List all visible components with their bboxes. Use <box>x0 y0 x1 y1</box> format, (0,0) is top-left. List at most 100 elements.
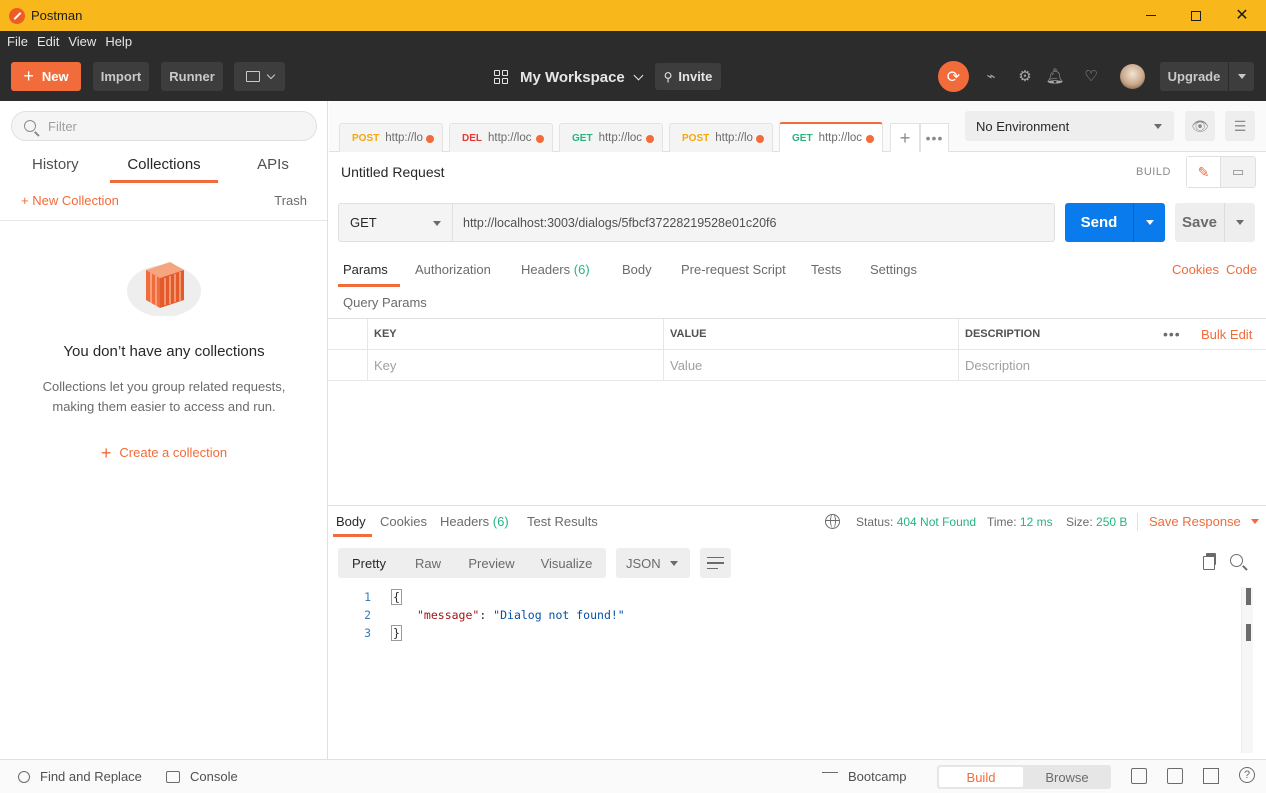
close-button[interactable]: ✕ <box>1219 0 1265 31</box>
new-button[interactable]: + New <box>11 62 81 91</box>
avatar[interactable] <box>1120 64 1145 89</box>
layout-toggle-icon[interactable] <box>1167 768 1183 784</box>
request-tab[interactable]: DEL http://loc <box>449 123 553 152</box>
upgrade-dropdown-icon[interactable] <box>1229 74 1254 79</box>
new-window-button[interactable] <box>234 62 285 91</box>
tab-collections[interactable]: Collections <box>110 156 218 173</box>
copy-icon[interactable] <box>1203 553 1216 570</box>
format-visualize-button[interactable]: Visualize <box>527 548 606 578</box>
tab-headers[interactable]: Headers (6) <box>521 262 590 277</box>
response-tab-headers[interactable]: Headers (6) <box>440 514 509 529</box>
filter-box[interactable] <box>11 111 317 141</box>
format-pretty-button[interactable]: Pretty <box>338 548 400 578</box>
format-preview-button[interactable]: Preview <box>456 548 527 578</box>
menu-edit[interactable]: Edit <box>37 34 59 49</box>
environment-selector[interactable]: No Environment <box>965 111 1174 141</box>
column-value-header: VALUE <box>664 319 959 349</box>
two-pane-view-icon[interactable] <box>1131 768 1147 784</box>
invite-button[interactable]: ⚲ Invite <box>655 63 721 90</box>
value-input[interactable]: Value <box>664 350 959 380</box>
url-input[interactable] <box>463 215 1043 230</box>
sync-button[interactable]: ⟳ <box>938 61 969 92</box>
tab-settings[interactable]: Settings <box>870 262 917 277</box>
json-value: "Dialog not found!" <box>493 608 625 622</box>
active-tab-indicator <box>110 180 218 183</box>
tab-options-button[interactable]: ••• <box>920 123 949 152</box>
tab-body[interactable]: Body <box>622 262 652 277</box>
language-selector[interactable]: JSON <box>616 548 690 578</box>
description-input[interactable]: Description <box>959 350 1266 380</box>
runner-button[interactable]: Runner <box>161 62 223 91</box>
globe-icon[interactable] <box>825 514 840 529</box>
response-tab-test-results[interactable]: Test Results <box>527 514 598 529</box>
menu-view[interactable]: View <box>68 34 96 49</box>
workspace-grid-icon <box>494 70 508 84</box>
notifications-bell-icon[interactable]: 🔔︎ <box>1045 66 1065 86</box>
find-and-replace-button[interactable]: Find and Replace <box>18 769 142 784</box>
trash-button[interactable]: Trash <box>274 193 307 208</box>
more-options-icon[interactable]: ••• <box>1163 326 1181 342</box>
cookies-link[interactable]: Cookies <box>1172 262 1219 277</box>
settings-gear-icon[interactable]: ⚙ <box>1015 66 1035 86</box>
minimize-button[interactable] <box>1128 0 1174 31</box>
help-icon[interactable]: ? <box>1239 767 1255 783</box>
menu-file[interactable]: File <box>7 34 28 49</box>
new-collection-button[interactable]: + New Collection <box>21 193 119 208</box>
editor-scrollbar[interactable] <box>1241 587 1253 753</box>
tab-history[interactable]: History <box>32 156 79 173</box>
request-tab-url: http://loc <box>818 132 863 144</box>
send-button[interactable]: Send <box>1065 203 1165 242</box>
tab-apis[interactable]: APIs <box>256 156 290 173</box>
format-raw-button[interactable]: Raw <box>400 548 456 578</box>
request-name[interactable]: Untitled Request <box>341 164 445 180</box>
import-button[interactable]: Import <box>93 62 149 91</box>
workspace-selector[interactable]: My Workspace <box>494 64 644 90</box>
request-tab[interactable]: POST http://lo <box>339 123 443 152</box>
request-tab[interactable]: POST http://lo <box>669 123 773 152</box>
response-tab-cookies[interactable]: Cookies <box>380 514 427 529</box>
bulk-edit-link[interactable]: Bulk Edit <box>1201 327 1252 342</box>
request-tab-url: http://loc <box>598 132 643 144</box>
maximize-button[interactable] <box>1173 0 1219 31</box>
response-body-editor[interactable]: 1 { 2 "message": "Dialog not found!" 3 } <box>328 587 1241 753</box>
filter-input[interactable] <box>48 118 298 134</box>
bootcamp-button[interactable]: Bootcamp <box>822 769 907 784</box>
tab-authorization[interactable]: Authorization <box>415 262 491 277</box>
capture-requests-icon[interactable]: ⌁ <box>981 66 1001 86</box>
request-tab-active[interactable]: GET http://loc <box>779 122 883 152</box>
environment-label: No Environment <box>976 118 1070 134</box>
menu-help[interactable]: Help <box>105 34 132 49</box>
heart-icon[interactable]: ♡ <box>1081 66 1101 86</box>
window-title: Postman <box>31 8 83 23</box>
time-info: Time: 12 ms <box>987 515 1053 529</box>
workspace-label: My Workspace <box>520 68 625 86</box>
wrap-lines-button[interactable] <box>700 548 731 578</box>
console-button[interactable]: Console <box>166 769 238 784</box>
keyboard-shortcuts-icon[interactable] <box>1203 768 1219 784</box>
save-dropdown-icon[interactable] <box>1225 220 1255 225</box>
key-input[interactable]: Key <box>368 350 664 380</box>
tab-pre-request-script[interactable]: Pre-request Script <box>681 262 786 277</box>
method-selector[interactable]: GET <box>338 203 453 242</box>
add-tab-button[interactable]: + <box>890 123 920 152</box>
response-tab-body[interactable]: Body <box>336 514 366 529</box>
request-tab[interactable]: GET http://loc <box>559 123 663 152</box>
build-mode-button[interactable]: Build <box>939 767 1023 787</box>
tab-params[interactable]: Params <box>343 262 388 277</box>
upgrade-button[interactable]: Upgrade <box>1160 62 1254 91</box>
environment-quick-look-button[interactable]: 👁︎ <box>1185 111 1215 141</box>
create-collection-link[interactable]: + Create a collection <box>0 443 328 464</box>
response-divider[interactable] <box>328 505 1266 506</box>
code-link[interactable]: Code <box>1226 262 1257 277</box>
tab-tests[interactable]: Tests <box>811 262 841 277</box>
search-icon[interactable] <box>1230 554 1243 567</box>
comments-button[interactable]: ▭ <box>1221 157 1255 187</box>
save-button[interactable]: Save <box>1175 203 1255 242</box>
save-response-button[interactable]: Save Response <box>1149 514 1259 529</box>
manage-environments-button[interactable]: ☰ <box>1225 111 1255 141</box>
status-value: 404 Not Found <box>896 515 977 529</box>
browse-mode-button[interactable]: Browse <box>1025 767 1109 787</box>
send-dropdown-icon[interactable] <box>1134 220 1165 225</box>
plus-icon: + <box>100 443 112 463</box>
edit-button[interactable]: ✎ <box>1187 157 1221 187</box>
